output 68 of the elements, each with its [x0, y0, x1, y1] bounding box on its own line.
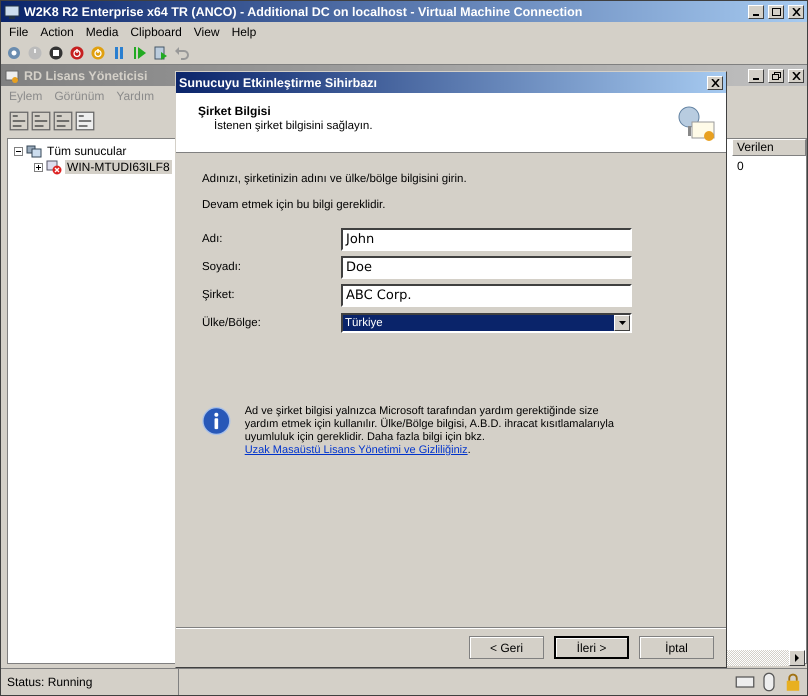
- info-text: Ad ve şirket bilgisi yalnızca Microsoft tarafından yardım gerektiğinde size yardım etmek için kullanılır. Ülke/Bölge bilgisi, A.B.D. ihracat kısıtlamalarıyla uyumluluk için gereklidir. Daha fazla bilgi için bkz. Uzak Masaüstü Lisans Yönetimi ve Gizliliğiniz.: [244, 405, 615, 457]
- license-icon: [4, 68, 20, 84]
- horizontal-scrollbar[interactable]: [725, 650, 805, 666]
- instruction-text: Adınızı, şirketinizin adını ve ülke/bölge bilgisini girin.: [202, 173, 468, 185]
- restore-button[interactable]: [768, 68, 784, 82]
- page-heading: Şirket Bilgisi: [198, 104, 272, 118]
- play-icon: [132, 44, 148, 60]
- minimize-button[interactable]: [748, 4, 764, 18]
- minimize-button[interactable]: [748, 68, 764, 82]
- menu-item[interactable]: View: [188, 24, 226, 38]
- field-label: Ülke/Bölge:: [202, 317, 262, 329]
- minimize-icon: [753, 14, 759, 16]
- input-field[interactable]: Doe: [341, 256, 632, 278]
- menu-item[interactable]: Clipboard: [124, 24, 188, 38]
- certificate-icon: [676, 104, 716, 144]
- shutdown-icon: [69, 44, 85, 60]
- instruction-text: Devam etmek için bu bilgi gereklidir.: [202, 199, 386, 211]
- close-button[interactable]: [707, 76, 723, 90]
- close-icon: [710, 78, 720, 86]
- table-cell-text: 0: [736, 158, 745, 173]
- monitor-icon: [4, 4, 20, 20]
- field-label: Soyadı:: [202, 261, 242, 273]
- column-header[interactable]: Verilen: [732, 139, 806, 156]
- minimize-icon: [753, 78, 759, 80]
- server-error-icon: [46, 159, 62, 175]
- menu-item[interactable]: Media: [80, 24, 124, 38]
- undo-icon: [174, 44, 190, 60]
- close-button[interactable]: [788, 68, 804, 82]
- dropdown-arrow-icon: [618, 321, 626, 325]
- server-group-icon: [26, 143, 42, 159]
- country-dropdown[interactable]: Türkiye: [341, 313, 632, 333]
- field-label: Şirket:: [202, 289, 236, 301]
- input-field[interactable]: ABC Corp.: [341, 284, 632, 306]
- page-subheading: İstenen şirket bilgisini sağlayın.: [213, 120, 374, 132]
- window-title: W2K8 R2 Enterprise x64 TR (ANCO) - Additional DC on localhost - Virtual Machine Connection: [24, 4, 584, 18]
- tree-item[interactable]: WIN-MTUDI63ILF8: [65, 160, 172, 174]
- maximize-icon: [772, 8, 780, 16]
- small-icons-icon: [53, 111, 73, 131]
- close-icon: [792, 72, 800, 80]
- close-button[interactable]: [788, 4, 804, 18]
- power-icon: [90, 44, 106, 60]
- tree-item[interactable]: Tüm sunucular: [45, 144, 128, 158]
- field-label: Adı:: [202, 233, 224, 245]
- stop-icon: [48, 44, 64, 60]
- wizard-button[interactable]: < Geri: [469, 636, 544, 659]
- input-field[interactable]: John: [341, 228, 632, 250]
- right-arrow-icon: [794, 654, 800, 662]
- list-view-icon: [31, 111, 51, 131]
- expand-icon[interactable]: [34, 162, 43, 172]
- menu-item[interactable]: Help: [226, 24, 262, 38]
- scroll-right-button[interactable]: [789, 650, 805, 666]
- snapshot-icon: [153, 44, 169, 60]
- privacy-link[interactable]: Uzak Masaüstü Lisans Yönetimi ve Gizliliğiniz: [244, 444, 468, 456]
- power-icon: [27, 44, 43, 60]
- status-text: Status: Running: [1, 669, 179, 695]
- menu-item[interactable]: File: [3, 24, 34, 38]
- wizard-button[interactable]: İptal: [639, 636, 714, 659]
- wizard-button[interactable]: İleri >: [554, 636, 629, 659]
- tree-view-icon: [9, 111, 29, 131]
- close-icon: [792, 8, 800, 16]
- menu-item[interactable]: Action: [34, 24, 80, 38]
- app-title: RD Lisans Yöneticisi: [24, 68, 148, 82]
- dialog-title: Sunucuyu Etkinleştirme Sihirbazı: [179, 76, 378, 90]
- collapse-icon[interactable]: [14, 146, 23, 156]
- maximize-button[interactable]: [768, 4, 784, 18]
- restore-icon: [772, 72, 780, 80]
- info-icon: [202, 405, 231, 437]
- details-view-icon: [75, 111, 95, 131]
